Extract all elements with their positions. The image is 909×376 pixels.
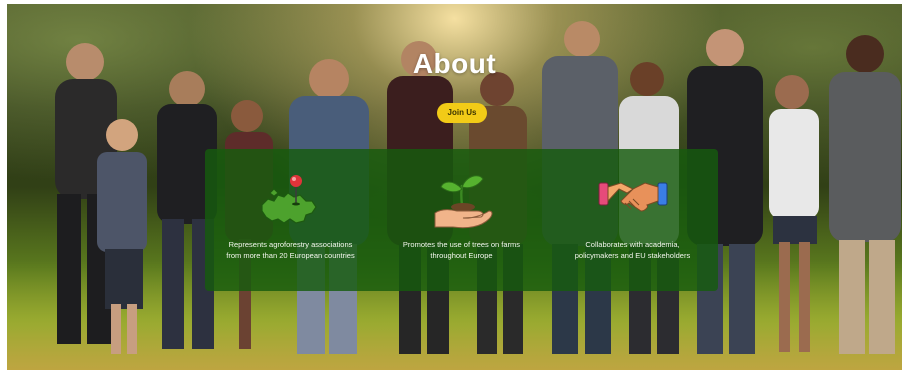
feature-collaboration: Collaborates with academia, policymakers… [547, 149, 718, 291]
join-us-button[interactable]: Join Us [437, 103, 487, 123]
feature-caption-line2: from more than 20 European countries [226, 251, 355, 260]
feature-caption-line1: Collaborates with academia, [585, 240, 680, 249]
feature-caption-line2: throughout Europe [430, 251, 493, 260]
feature-caption-line1: Promotes the use of trees on farms [402, 240, 521, 249]
hand-sprout-icon [434, 175, 492, 229]
europe-map-pin-icon [260, 175, 317, 224]
features-panel: Represents agroforestry associations fro… [205, 149, 718, 291]
handshake-icon [598, 182, 667, 212]
feature-caption: Represents agroforestry associations fro… [205, 239, 376, 261]
feature-trees: Promotes the use of trees on farms throu… [376, 149, 547, 291]
page-title: About [412, 48, 497, 79]
feature-caption-line1: Represents agroforestry associations [228, 240, 353, 249]
feature-caption-line2: policymakers and EU stakeholders [574, 251, 691, 260]
feature-associations: Represents agroforestry associations fro… [205, 149, 376, 291]
feature-caption: Promotes the use of trees on farms throu… [376, 239, 547, 261]
feature-caption: Collaborates with academia, policymakers… [547, 239, 718, 261]
